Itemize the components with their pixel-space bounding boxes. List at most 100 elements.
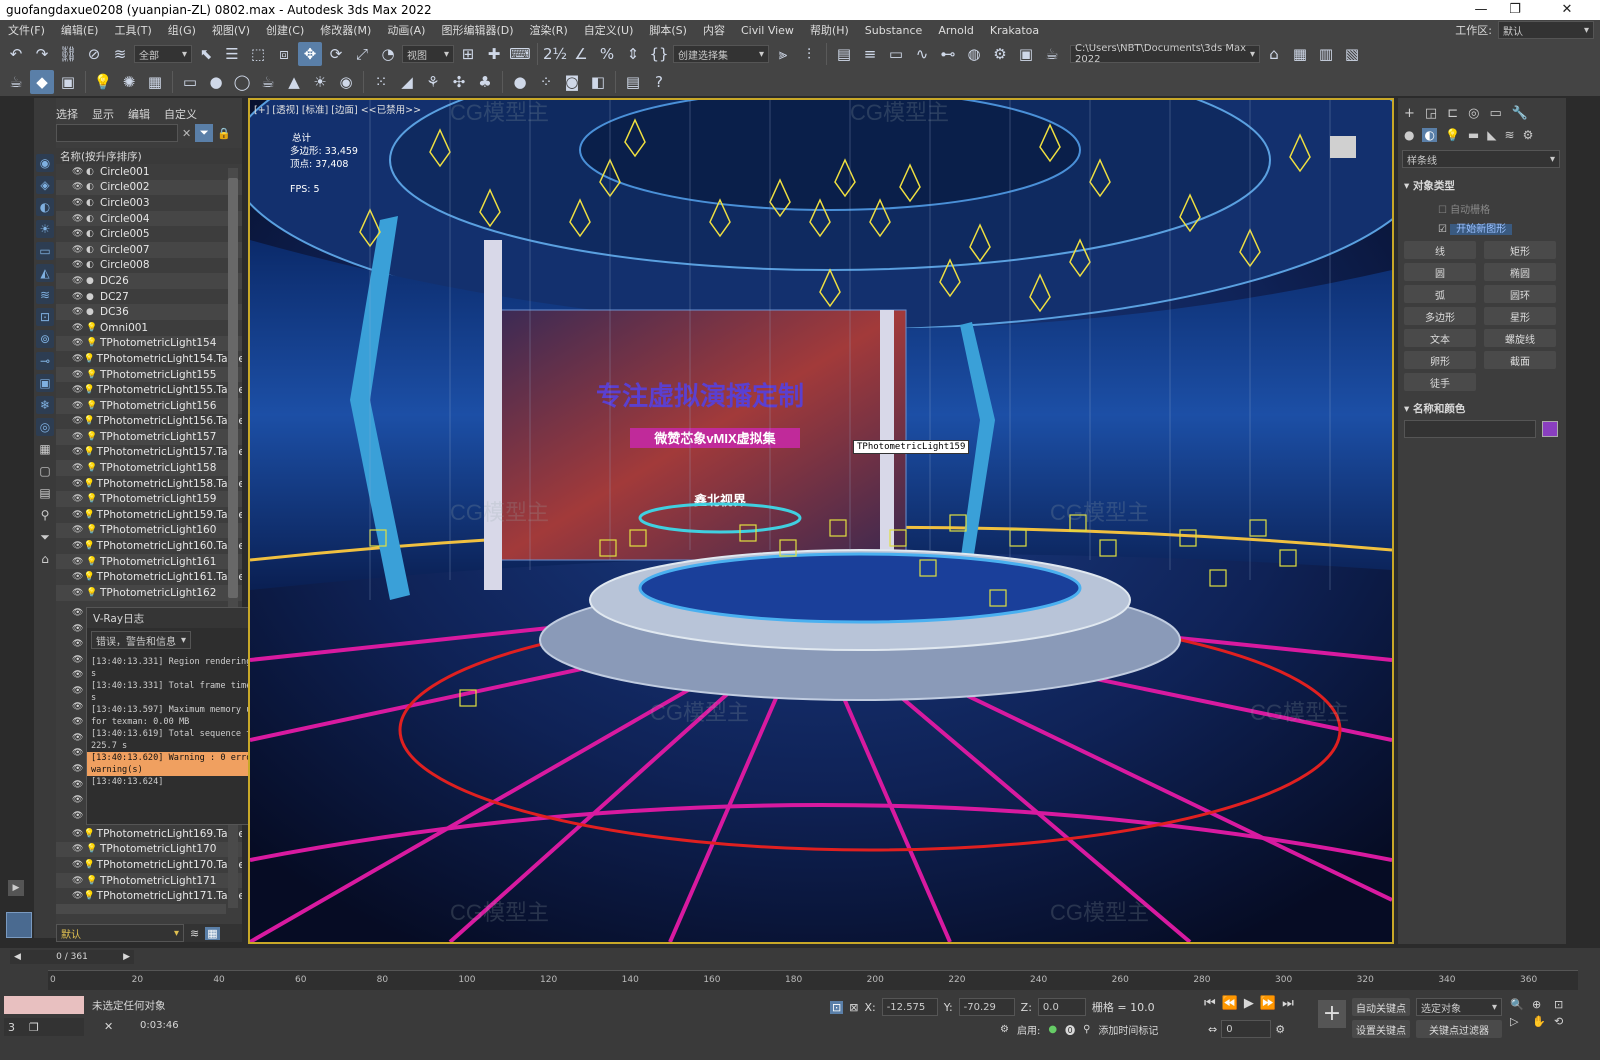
- script-mini-listener[interactable]: 3 ❐: [4, 1018, 84, 1036]
- start-new-shape-checkbox[interactable]: ☑: [1438, 224, 1447, 235]
- shape-category-dropdown[interactable]: 样条线 ▾: [1402, 150, 1560, 168]
- menu-edit[interactable]: 编辑(E): [53, 22, 107, 38]
- display-invert-icon[interactable]: ▤: [36, 484, 54, 502]
- placement-icon[interactable]: ◔: [376, 42, 400, 66]
- window-crossing-icon[interactable]: ⧈: [272, 42, 296, 66]
- list-item[interactable]: 👁 💡 TPhotometricLight160.Target: [56, 538, 242, 554]
- display-geometry-icon[interactable]: ◈: [36, 176, 54, 194]
- current-frame-field[interactable]: 0: [1221, 1020, 1272, 1038]
- visibility-eye-icon[interactable]: 👁: [72, 229, 86, 239]
- unlink-icon[interactable]: ⊘: [82, 42, 106, 66]
- move-icon[interactable]: ✥: [298, 42, 322, 66]
- select-manipulate-icon[interactable]: ✚: [482, 42, 506, 66]
- reference-coordinate-dropdown[interactable]: 视图 ▾: [402, 45, 454, 63]
- ngon-button[interactable]: 多边形: [1404, 307, 1476, 325]
- lock-icon[interactable]: ⌂: [36, 550, 54, 568]
- time-tag-icon[interactable]: ⚲: [1083, 1024, 1090, 1035]
- vray-ies-icon[interactable]: ✺: [117, 70, 141, 94]
- rectangle-button[interactable]: 矩形: [1484, 241, 1556, 259]
- zoom-all-icon[interactable]: ⊕: [1532, 998, 1550, 1011]
- y-coordinate-field[interactable]: -70.29: [958, 998, 1015, 1016]
- vray-light-icon[interactable]: 💡: [91, 70, 115, 94]
- filter-icon[interactable]: ⚲: [36, 506, 54, 524]
- percent-snap-icon[interactable]: %: [595, 42, 619, 66]
- shapes-icon[interactable]: ◐: [1422, 128, 1437, 142]
- visibility-eye-icon[interactable]: 👁: [72, 860, 83, 870]
- x-coordinate-field[interactable]: -12.575: [881, 998, 938, 1016]
- adaptive-degradation-icon[interactable]: ⚙: [1000, 1024, 1009, 1035]
- expand-panel-button[interactable]: ▶: [8, 880, 24, 896]
- create-tab-icon[interactable]: +: [1404, 106, 1415, 121]
- time-configuration-icon[interactable]: ⚙: [1275, 1023, 1285, 1036]
- layer-manager-icon[interactable]: ▦: [205, 926, 220, 940]
- set-key-button[interactable]: 设置关键点: [1352, 1020, 1410, 1038]
- previous-frame-icon[interactable]: ⏪: [1222, 996, 1238, 1011]
- visibility-eye-icon[interactable]: 👁: [72, 463, 86, 473]
- list-item[interactable]: 👁 💡 TPhotometricLight170: [56, 841, 242, 858]
- list-item[interactable]: 👁 💡 TPhotometricLight159.Target: [56, 507, 242, 523]
- tab-edit[interactable]: 编辑: [128, 106, 150, 121]
- list-item[interactable]: 👁 💡 TPhotometricLight157: [56, 429, 242, 445]
- visibility-eye-icon[interactable]: 👁: [72, 608, 83, 618]
- layer-dropdown[interactable]: 默认 ▾: [56, 924, 184, 942]
- key-filters-button[interactable]: 关键点过滤器: [1416, 1020, 1502, 1038]
- visibility-eye-icon[interactable]: 👁: [72, 829, 83, 839]
- key-mode-icon[interactable]: ⇔: [1208, 1023, 1217, 1036]
- auto-key-button[interactable]: 自动关键点: [1352, 998, 1410, 1016]
- visibility-eye-icon[interactable]: 👁: [72, 292, 86, 302]
- perspective-viewport[interactable]: 专注虚拟演播定制 微赞芯象vMIX虚拟集 鑫北视界 CG模型主 CG模型主 CG…: [248, 98, 1394, 944]
- explorer-column-header[interactable]: 名称(按升序排序): [56, 148, 242, 164]
- rotate-icon[interactable]: ⟳: [324, 42, 348, 66]
- visibility-eye-icon[interactable]: 👁: [72, 717, 83, 727]
- visibility-eye-icon[interactable]: 👁: [72, 541, 83, 551]
- rect-selection-icon[interactable]: ⬚: [246, 42, 270, 66]
- maxscript-listener-field[interactable]: [4, 996, 84, 1014]
- select-by-name-icon[interactable]: ☰: [220, 42, 244, 66]
- list-item[interactable]: 👁 💡 Omni001: [56, 320, 242, 336]
- menu-scripting[interactable]: 脚本(S): [641, 22, 695, 38]
- vray-cone-icon[interactable]: ▲: [282, 70, 306, 94]
- list-item[interactable]: 👁 💡 TPhotometricLight171.Target: [56, 888, 242, 904]
- vray-sphere-icon[interactable]: ◯: [230, 70, 254, 94]
- lock-icon[interactable]: 🔒: [217, 127, 231, 140]
- vray-plane-icon[interactable]: ▭: [178, 70, 202, 94]
- display-cameras-icon[interactable]: ▭: [36, 242, 54, 260]
- project-create-icon[interactable]: ▧: [1340, 42, 1364, 66]
- list-item[interactable]: 👁 💡 TPhotometricLight156: [56, 397, 242, 414]
- visibility-eye-icon[interactable]: 👁: [72, 572, 83, 582]
- redo-icon[interactable]: ↷: [30, 42, 54, 66]
- render-production-icon[interactable]: ☕: [1040, 42, 1064, 66]
- pan-icon[interactable]: ✋: [1532, 1015, 1550, 1028]
- text-button[interactable]: 文本: [1404, 329, 1476, 347]
- cameras-icon[interactable]: ▬: [1468, 128, 1479, 142]
- visibility-eye-icon[interactable]: 👁: [72, 447, 83, 457]
- utilities-tab-icon[interactable]: 🔧: [1512, 106, 1528, 121]
- select-object-icon[interactable]: ⬉: [194, 42, 218, 66]
- visibility-eye-icon[interactable]: 👁: [72, 844, 86, 854]
- display-containers-icon[interactable]: ▣: [36, 374, 54, 392]
- display-spacewarps-icon[interactable]: ≋: [36, 286, 54, 304]
- visibility-eye-icon[interactable]: 👁: [72, 323, 86, 333]
- list-item[interactable]: 👁 💡 TPhotometricLight160: [56, 522, 242, 539]
- clear-search-icon[interactable]: ✕: [182, 127, 191, 140]
- filter-toggle-icon[interactable]: ⏷: [195, 124, 214, 142]
- viewcube-icon[interactable]: [1330, 136, 1356, 158]
- project-settings-icon[interactable]: ▥: [1314, 42, 1338, 66]
- curve-editor-icon[interactable]: ∿: [910, 42, 934, 66]
- list-item[interactable]: 👁 💡 TPhotometricLight155.Target: [56, 382, 242, 398]
- toggle-ribbon-icon[interactable]: ▭: [884, 42, 908, 66]
- display-none-icon[interactable]: ◉: [36, 154, 54, 172]
- vray-mesh-export-icon[interactable]: ◧: [586, 70, 610, 94]
- selection-lock-icon[interactable]: ⊡: [830, 1000, 844, 1014]
- visibility-eye-icon[interactable]: 👁: [72, 780, 83, 790]
- list-item[interactable]: 👁 💡 TPhotometricLight158: [56, 460, 242, 476]
- display-none-icon-2[interactable]: ▢: [36, 462, 54, 480]
- display-frozen-icon[interactable]: ❄: [36, 396, 54, 414]
- vray-material-icon[interactable]: ●: [508, 70, 532, 94]
- visibility-eye-icon[interactable]: 👁: [72, 624, 83, 634]
- space-warps-icon[interactable]: ≋: [1505, 128, 1515, 142]
- teapot-icon[interactable]: ☕: [4, 70, 28, 94]
- menu-substance[interactable]: Substance: [857, 24, 931, 37]
- scene-explorer-icon[interactable]: ▤: [832, 42, 856, 66]
- helpers-icon[interactable]: ◣: [1487, 128, 1496, 142]
